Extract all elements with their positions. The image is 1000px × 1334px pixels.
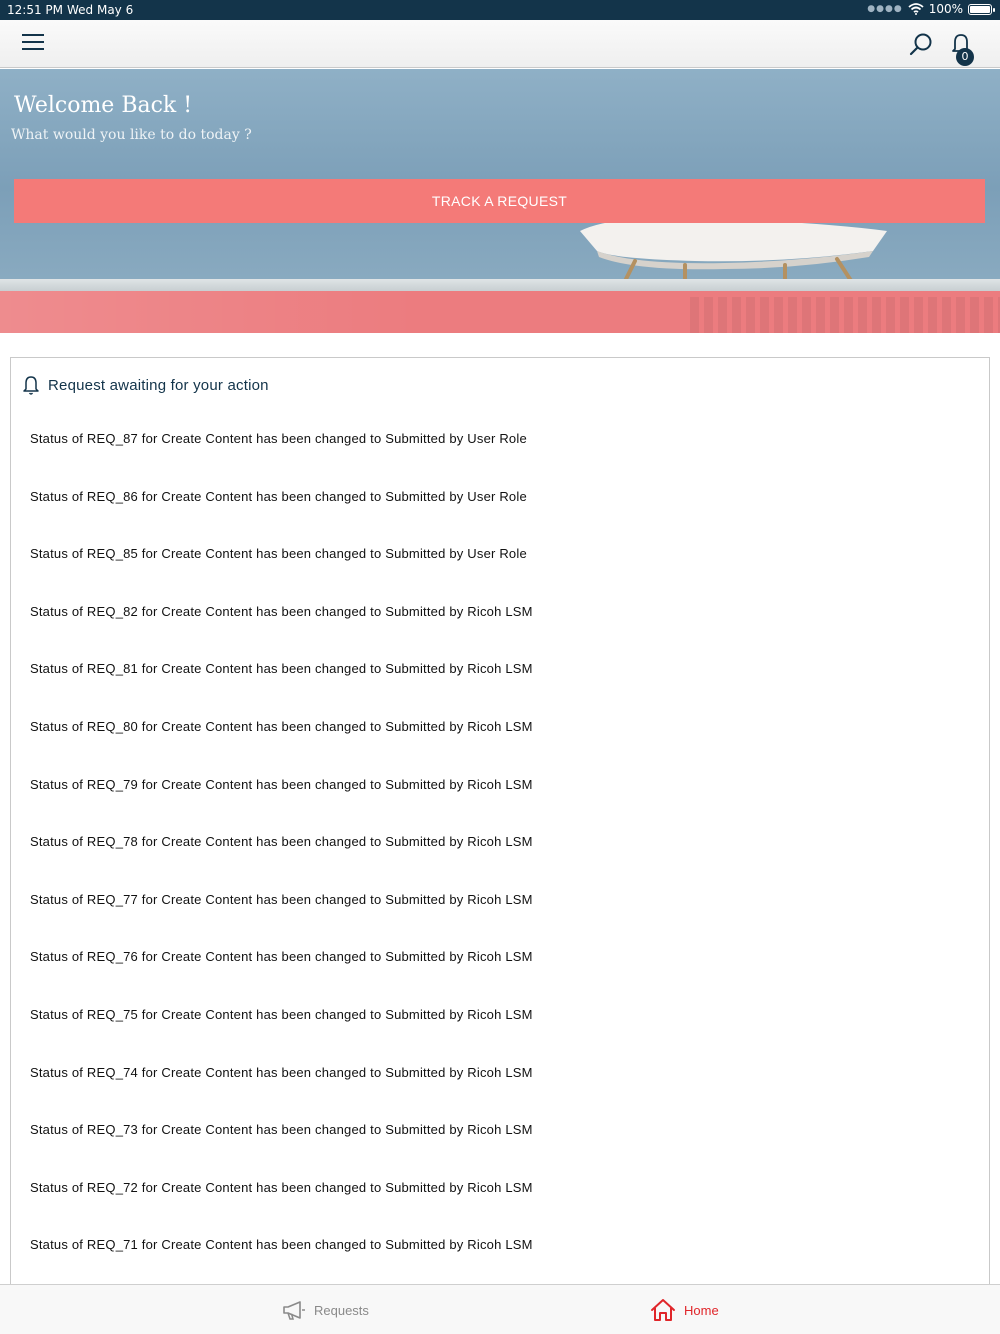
list-item[interactable]: Status of REQ_72 for Create Content has … — [30, 1165, 970, 1223]
home-icon — [651, 1299, 675, 1321]
list-item[interactable]: Status of REQ_74 for Create Content has … — [30, 1050, 970, 1108]
top-nav: 0 — [0, 20, 1000, 68]
bell-icon — [23, 376, 39, 395]
status-bar: 12:51 PM Wed May 6 ●●●● 100% — [0, 0, 1000, 20]
cellular-signal-icon: ●●●● — [867, 4, 903, 14]
list-item[interactable]: Status of REQ_86 for Create Content has … — [30, 474, 970, 532]
status-time: 12:51 PM — [7, 3, 63, 17]
awaiting-action-header: Request awaiting for your action — [22, 372, 269, 398]
awaiting-action-card: Request awaiting for your action Status … — [10, 357, 990, 1297]
status-date: Wed May 6 — [67, 3, 134, 17]
list-item[interactable]: Status of REQ_78 for Create Content has … — [30, 819, 970, 877]
hero-banner: Welcome Back ! What would you like to do… — [0, 69, 1000, 333]
list-item[interactable]: Status of REQ_79 for Create Content has … — [30, 762, 970, 820]
desk-decoration — [0, 291, 1000, 333]
tab-home-label: Home — [684, 1302, 719, 1318]
notification-count-badge[interactable]: 0 — [956, 48, 974, 66]
megaphone-icon — [283, 1301, 305, 1320]
hamburger-menu-icon[interactable] — [22, 34, 44, 54]
list-item[interactable]: Status of REQ_76 for Create Content has … — [30, 934, 970, 992]
list-item[interactable]: Status of REQ_80 for Create Content has … — [30, 704, 970, 762]
list-item[interactable]: Status of REQ_81 for Create Content has … — [30, 646, 970, 704]
battery-icon — [968, 3, 995, 15]
welcome-subtitle: What would you like to do today ? — [11, 127, 252, 143]
wifi-icon — [908, 3, 924, 15]
status-right: ●●●● 100% — [867, 2, 995, 16]
list-item[interactable]: Status of REQ_82 for Create Content has … — [30, 589, 970, 647]
awaiting-action-list: Status of REQ_87 for Create Content has … — [30, 416, 970, 1280]
welcome-title: Welcome Back ! — [14, 93, 193, 118]
list-item[interactable]: Status of REQ_85 for Create Content has … — [30, 531, 970, 589]
tab-requests[interactable]: Requests — [282, 1285, 369, 1334]
search-icon[interactable] — [908, 32, 934, 58]
battery-percent: 100% — [928, 2, 963, 16]
list-item[interactable]: Status of REQ_77 for Create Content has … — [30, 877, 970, 935]
list-item[interactable]: Status of REQ_75 for Create Content has … — [30, 992, 970, 1050]
list-item[interactable]: Status of REQ_87 for Create Content has … — [30, 416, 970, 474]
bottom-tab-bar: Requests Home — [0, 1284, 1000, 1334]
tab-requests-label: Requests — [314, 1302, 369, 1318]
list-item[interactable]: Status of REQ_71 for Create Content has … — [30, 1222, 970, 1280]
tab-home[interactable]: Home — [650, 1285, 719, 1334]
awaiting-action-title: Request awaiting for your action — [48, 376, 269, 394]
list-item[interactable]: Status of REQ_73 for Create Content has … — [30, 1107, 970, 1165]
track-request-button[interactable]: TRACK A REQUEST — [14, 179, 985, 223]
